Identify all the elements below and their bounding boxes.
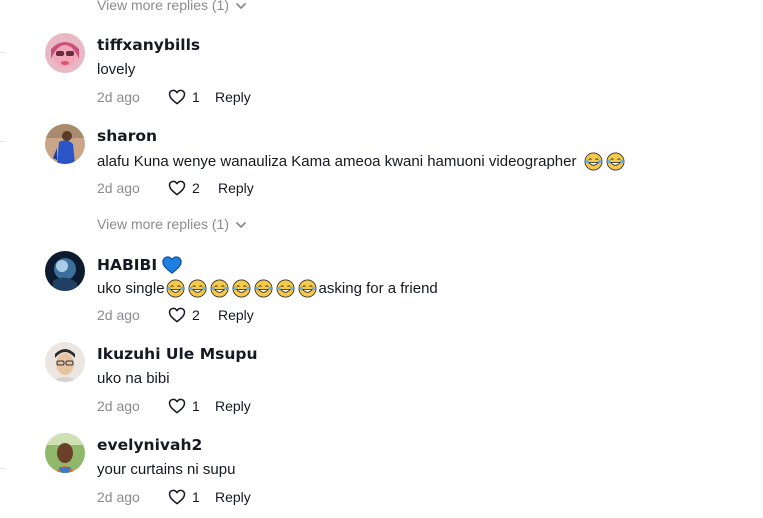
laughing-tears-emoji (606, 152, 625, 171)
laughing-tears-emoji (210, 279, 229, 298)
laughing-tears-emoji (254, 279, 273, 298)
comment-text: alafu Kuna wenye wanauliza Kama ameoa kw… (97, 152, 626, 171)
comment-text: lovely (97, 61, 136, 78)
laughing-tears-emoji (584, 152, 603, 171)
comment-username[interactable]: evelynivah2 (97, 436, 202, 454)
comments-panel: View more replies (1) tiffxanybills love… (0, 0, 763, 518)
comment-meta: 2d ago 2 Reply (97, 305, 254, 325)
laughing-tears-emoji (298, 279, 317, 298)
comment-username[interactable]: Ikuzuhi Ule Msupu (97, 345, 258, 363)
comment-username[interactable]: HABIBI (97, 254, 183, 276)
laughing-tears-emoji (232, 279, 251, 298)
like-button[interactable]: 2 (167, 178, 218, 198)
comment-text: your curtains ni supu (97, 461, 236, 478)
view-more-replies-label: View more replies (1) (97, 0, 230, 13)
laughing-tears-emoji (188, 279, 207, 298)
reply-button[interactable]: Reply (218, 307, 254, 323)
heart-outline-icon (168, 307, 186, 323)
comment-username[interactable]: tiffxanybills (97, 36, 200, 54)
view-more-replies-button[interactable]: View more replies (1) (97, 216, 247, 232)
like-count: 1 (192, 89, 200, 105)
like-count: 1 (192, 489, 200, 505)
like-count: 2 (192, 180, 200, 196)
chevron-down-icon (235, 218, 247, 230)
comment-text-before: uko single (97, 280, 165, 297)
heart-outline-icon (168, 398, 186, 414)
edge-divider (0, 141, 6, 142)
like-button[interactable]: 1 (167, 87, 215, 107)
like-button[interactable]: 1 (167, 487, 215, 507)
comment-meta: 2d ago 2 Reply (97, 178, 254, 198)
avatar[interactable] (45, 342, 85, 382)
comment-time: 2d ago (97, 89, 140, 105)
reply-button[interactable]: Reply (218, 180, 254, 196)
heart-outline-icon (168, 489, 186, 505)
like-count: 2 (192, 307, 200, 323)
comment-time: 2d ago (97, 180, 140, 196)
comment-time: 2d ago (97, 489, 140, 505)
laughing-tears-emoji (166, 279, 185, 298)
heart-outline-icon (168, 180, 186, 196)
chevron-down-icon (235, 0, 247, 11)
username-label: HABIBI (97, 256, 158, 274)
avatar[interactable] (45, 433, 85, 473)
like-button[interactable]: 1 (167, 396, 215, 416)
reply-button[interactable]: Reply (215, 489, 251, 505)
comment-text: uko single asking for a friend (97, 279, 438, 298)
like-button[interactable]: 2 (167, 305, 218, 325)
comment-meta: 2d ago 1 Reply (97, 396, 251, 416)
comment-meta: 2d ago 1 Reply (97, 87, 251, 107)
edge-divider (0, 468, 6, 469)
blue-heart-icon (161, 254, 183, 276)
comment-time: 2d ago (97, 398, 140, 414)
heart-outline-icon (168, 89, 186, 105)
edge-divider (0, 52, 6, 53)
comment-time: 2d ago (97, 307, 140, 323)
view-more-replies-label: View more replies (1) (97, 216, 230, 232)
avatar[interactable] (45, 124, 85, 164)
avatar[interactable] (45, 33, 85, 73)
reply-button[interactable]: Reply (215, 89, 251, 105)
comment-username[interactable]: sharon (97, 127, 157, 145)
reply-button[interactable]: Reply (215, 398, 251, 414)
like-count: 1 (192, 398, 200, 414)
comment-text-body: alafu Kuna wenye wanauliza Kama ameoa kw… (97, 153, 577, 170)
comment-meta: 2d ago 1 Reply (97, 487, 251, 507)
laughing-tears-emoji (276, 279, 295, 298)
comment-text: uko na bibi (97, 370, 170, 387)
comment-text-after: asking for a friend (318, 280, 438, 297)
view-more-replies-button[interactable]: View more replies (1) (97, 0, 247, 13)
avatar[interactable] (45, 251, 85, 291)
